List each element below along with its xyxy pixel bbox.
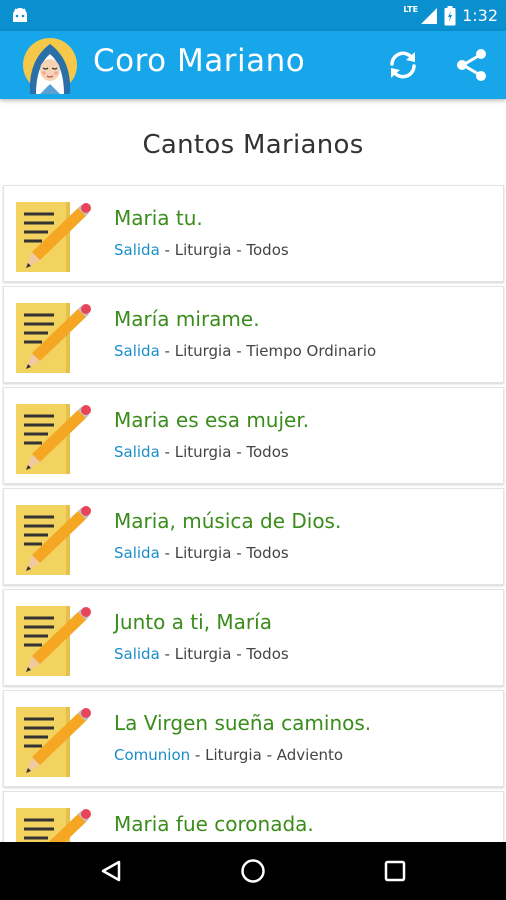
android-notification-icon <box>13 8 27 22</box>
notepad-pencil-icon <box>16 404 91 474</box>
app-bar: Coro Mariano <box>0 31 506 99</box>
song-card[interactable]: La Virgen sueña caminos. Comunion - Litu… <box>3 690 504 787</box>
sync-button[interactable] <box>383 45 423 85</box>
section-title: Cantos Marianos <box>142 130 364 160</box>
song-season: Tiempo Ordinario <box>246 342 377 360</box>
notepad-pencil-icon <box>16 202 91 272</box>
song-title: Maria tu. <box>114 206 203 230</box>
song-title: Maria es esa mujer. <box>114 408 310 432</box>
song-type: Liturgia <box>174 544 232 562</box>
song-category: Salida <box>114 544 160 562</box>
song-type: Liturgia <box>205 746 262 764</box>
song-title: Maria fue coronada. <box>114 812 314 836</box>
back-button[interactable] <box>96 856 126 886</box>
song-meta: Salida - Liturgia - Tiempo Ordinario <box>114 342 376 360</box>
clock: 1:32 <box>462 6 498 25</box>
separator: - <box>190 746 206 764</box>
song-title: Maria, música de Dios. <box>114 509 342 533</box>
separator: - <box>231 443 247 461</box>
song-meta: Salida - Liturgia - Todos <box>114 645 289 663</box>
song-meta: Comunion - Liturgia - Adviento <box>114 746 343 764</box>
home-icon <box>241 859 265 883</box>
song-title: La Virgen sueña caminos. <box>114 711 372 735</box>
song-category: Comunion <box>114 746 191 764</box>
virgin-mary-logo-icon <box>23 38 77 94</box>
signal-icon <box>421 7 438 24</box>
song-title: Junto a ti, María <box>114 610 272 634</box>
song-category: Salida <box>114 443 160 461</box>
notepad-pencil-icon <box>16 606 91 676</box>
song-category: Salida <box>114 342 160 360</box>
separator: - <box>159 241 175 259</box>
song-meta: Salida - Liturgia - Todos <box>114 241 289 259</box>
notepad-pencil-icon <box>16 707 91 777</box>
song-meta: Salida - Liturgia - Todos <box>114 544 289 562</box>
song-season: Todos <box>246 443 289 461</box>
recents-icon <box>384 860 406 882</box>
song-type: Liturgia <box>174 645 232 663</box>
song-type: Liturgia <box>174 241 232 259</box>
separator: - <box>159 342 175 360</box>
song-card[interactable]: Maria tu. Salida - Liturgia - Todos <box>3 185 504 282</box>
back-icon <box>101 860 121 882</box>
song-meta: Salida - Liturgia - Todos <box>114 443 289 461</box>
app-title: Coro Mariano <box>93 43 306 79</box>
separator: - <box>231 544 247 562</box>
song-season: Todos <box>246 645 289 663</box>
separator: - <box>159 443 175 461</box>
separator: - <box>231 241 247 259</box>
song-category: Salida <box>114 241 160 259</box>
share-icon <box>457 49 486 81</box>
network-type-label: LTE <box>403 5 419 14</box>
recents-button[interactable] <box>380 856 410 886</box>
status-bar: LTE 1:32 <box>0 0 506 31</box>
song-season: Todos <box>246 241 289 259</box>
separator: - <box>231 342 247 360</box>
song-card[interactable]: María mirame. Salida - Liturgia - Tiempo… <box>3 286 504 383</box>
song-type: Liturgia <box>174 342 232 360</box>
song-category: Salida <box>114 645 160 663</box>
battery-icon <box>444 5 456 25</box>
notepad-pencil-icon <box>16 303 91 373</box>
home-button[interactable] <box>238 856 268 886</box>
notepad-pencil-icon <box>16 808 91 842</box>
separator: - <box>231 645 247 663</box>
song-season: Adviento <box>276 746 344 764</box>
song-card[interactable]: Junto a ti, María Salida - Liturgia - To… <box>3 589 504 686</box>
separator: - <box>159 544 175 562</box>
song-card[interactable]: Maria, música de Dios. Salida - Liturgia… <box>3 488 504 585</box>
separator: - <box>159 645 175 663</box>
song-type: Liturgia <box>174 443 232 461</box>
share-button[interactable] <box>452 45 492 85</box>
sync-icon <box>390 51 416 79</box>
song-season: Todos <box>246 544 289 562</box>
navigation-bar <box>0 842 506 900</box>
song-card[interactable]: Maria fue coronada. <box>3 791 504 842</box>
song-title: María mirame. <box>114 307 260 331</box>
notepad-pencil-icon <box>16 505 91 575</box>
song-list: Maria tu. Salida - Liturgia - Todos Marí… <box>0 184 506 842</box>
separator: - <box>261 746 277 764</box>
song-card[interactable]: Maria es esa mujer. Salida - Liturgia - … <box>3 387 504 484</box>
